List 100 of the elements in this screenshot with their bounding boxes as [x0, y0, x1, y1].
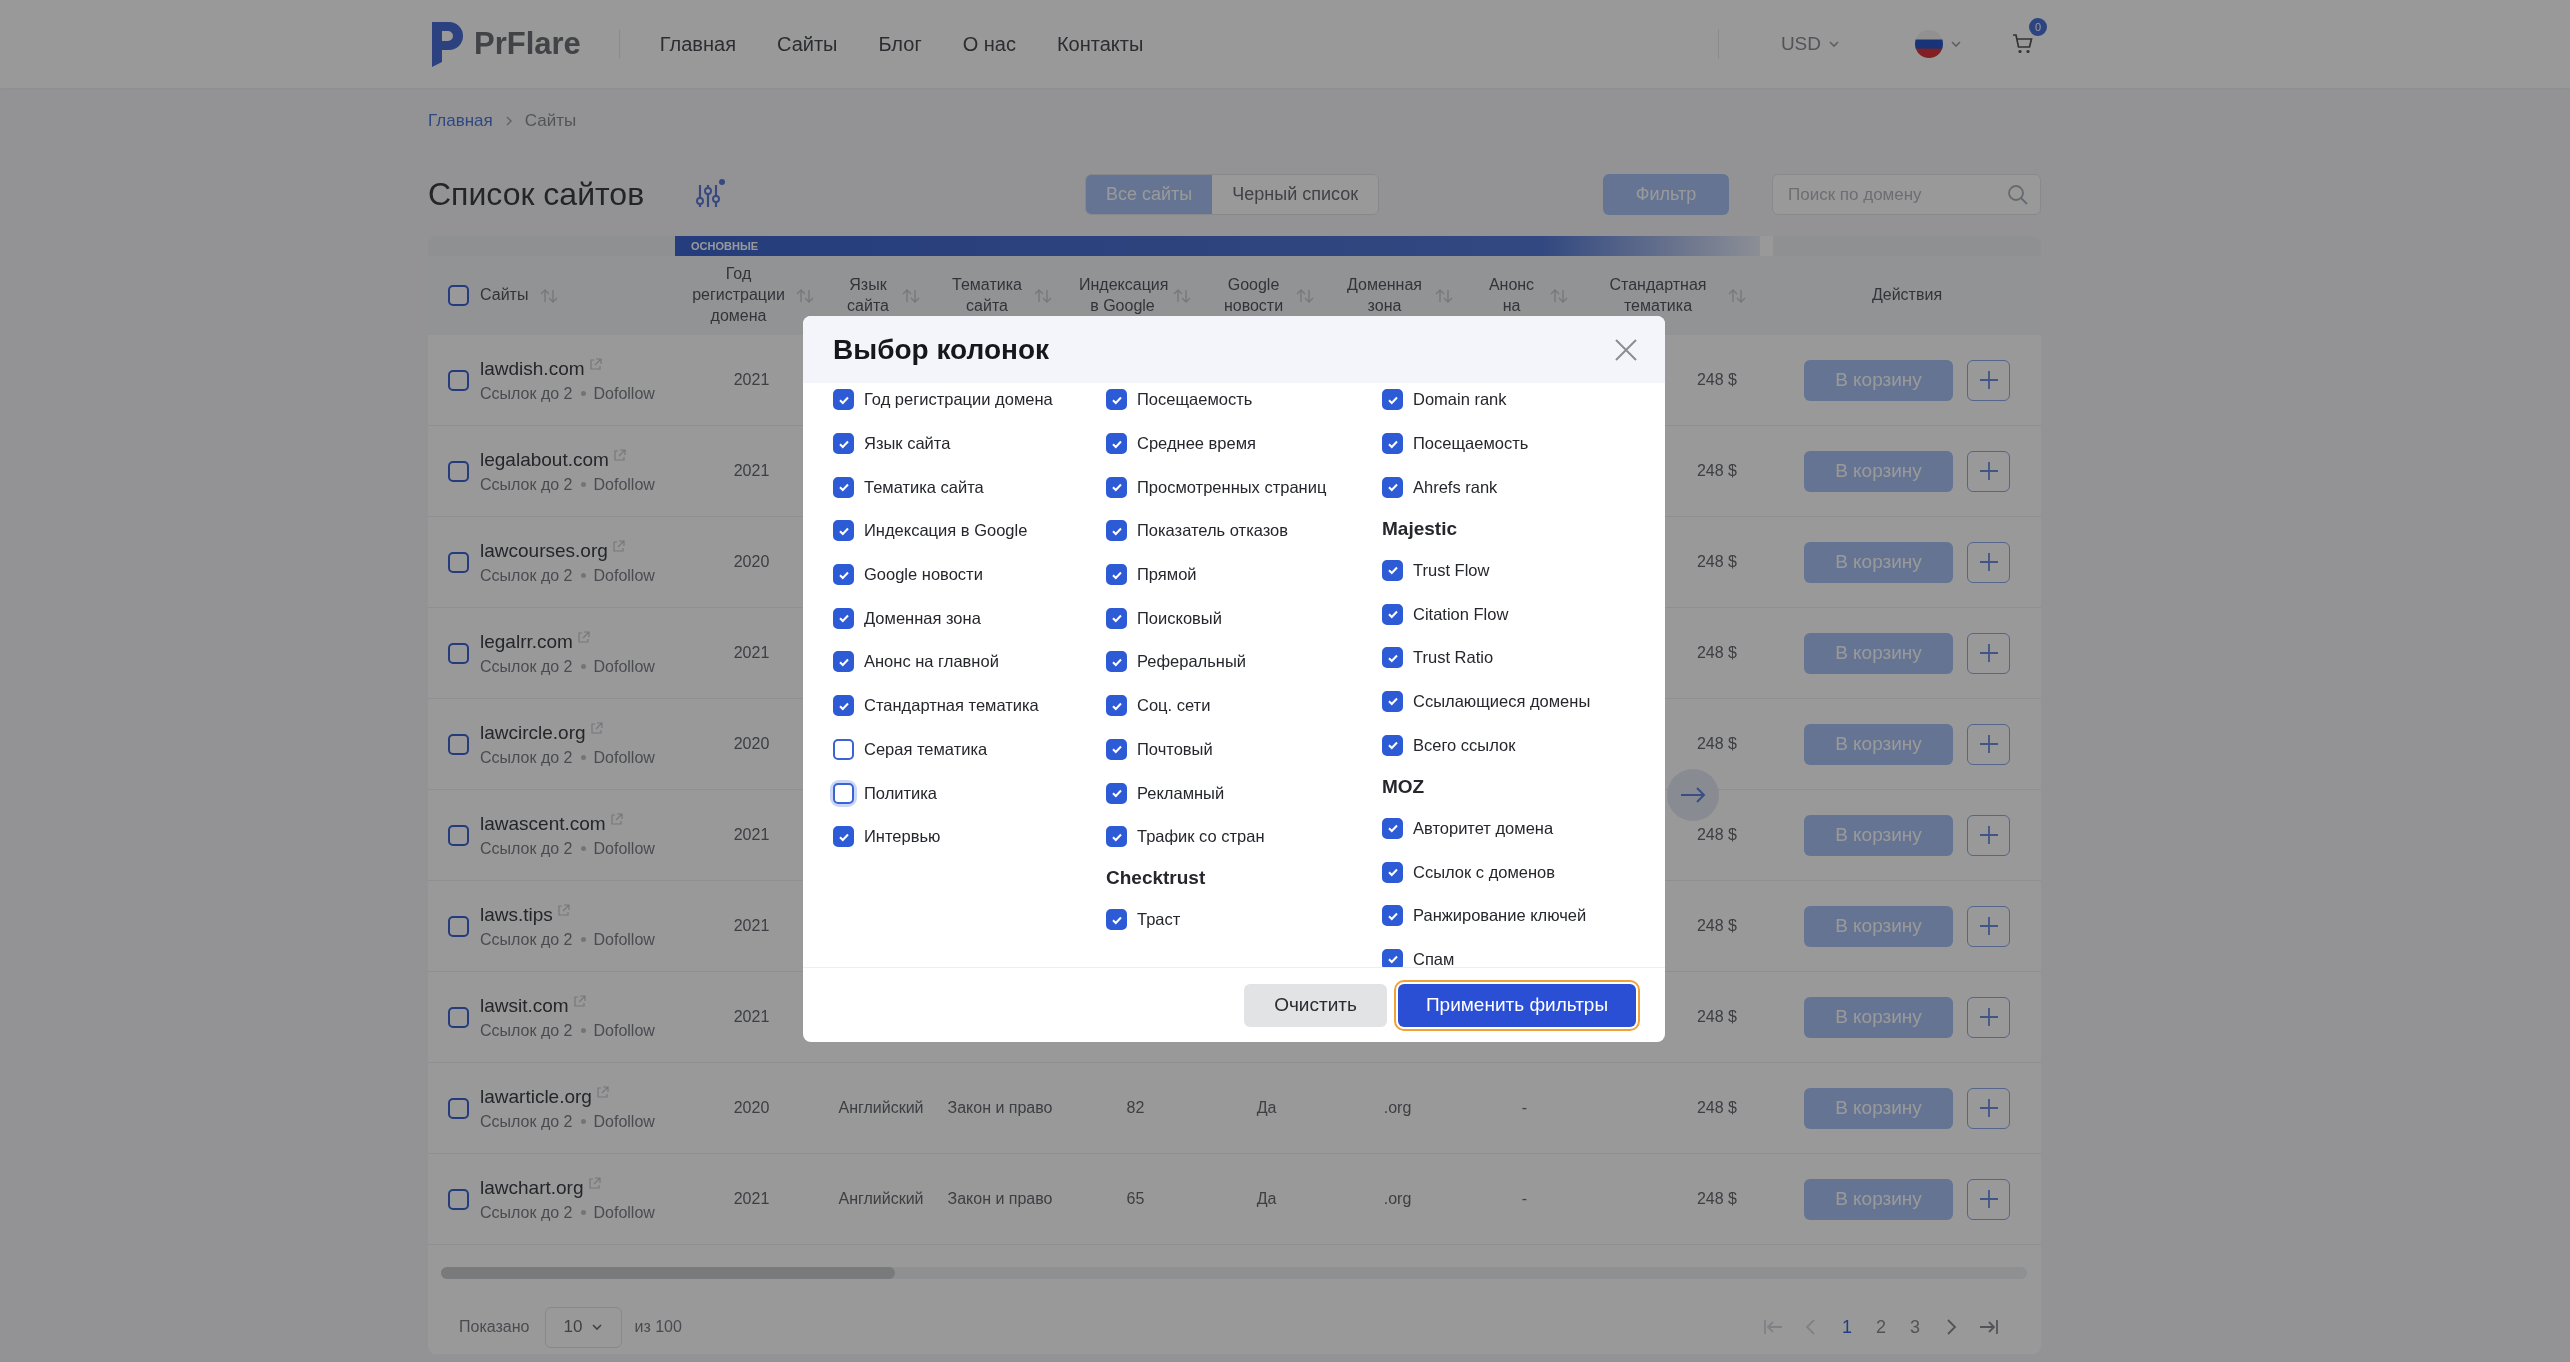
- add-button[interactable]: [1967, 541, 2010, 583]
- add-button[interactable]: [1967, 996, 2010, 1038]
- checkbox[interactable]: [1382, 734, 1403, 756]
- checkbox-label[interactable]: Trust Flow: [1413, 560, 1490, 580]
- checkbox[interactable]: [833, 695, 854, 717]
- checkbox[interactable]: [448, 369, 469, 391]
- column-header[interactable]: Доменная зона: [1341, 274, 1428, 317]
- checkbox[interactable]: [1106, 433, 1127, 455]
- checkbox[interactable]: [1382, 817, 1403, 839]
- checkbox-label[interactable]: Ahrefs rank: [1413, 477, 1498, 497]
- checkbox[interactable]: [1106, 695, 1127, 717]
- page-number[interactable]: 1: [1837, 1316, 1856, 1338]
- checkbox-label[interactable]: Среднее время: [1137, 434, 1256, 454]
- site-link[interactable]: legalabout.com: [480, 448, 609, 471]
- checkbox-label[interactable]: Ссылок с доменов: [1413, 862, 1556, 882]
- checkbox-label[interactable]: Просмотренных страниц: [1137, 477, 1327, 497]
- tab[interactable]: Черный список: [1212, 175, 1379, 214]
- add-button[interactable]: [1967, 723, 2010, 765]
- checkbox-label[interactable]: Анонс на главной: [864, 652, 999, 672]
- nav-link[interactable]: О нас: [962, 32, 1016, 56]
- checkbox[interactable]: [1382, 559, 1403, 581]
- checkbox[interactable]: [448, 551, 469, 573]
- add-button[interactable]: [1967, 1178, 2010, 1220]
- horizontal-scrollbar[interactable]: [441, 1266, 2027, 1279]
- close-icon[interactable]: [1613, 336, 1639, 363]
- nav-link[interactable]: Блог: [878, 32, 922, 56]
- checkbox[interactable]: [1382, 948, 1403, 967]
- site-link[interactable]: lawchart.org: [480, 1176, 584, 1199]
- checkbox[interactable]: [448, 1097, 469, 1119]
- add-button[interactable]: [1967, 632, 2010, 674]
- checkbox[interactable]: [1106, 476, 1127, 498]
- checkbox[interactable]: [448, 915, 469, 937]
- column-header[interactable]: Сайты: [480, 285, 529, 306]
- checkbox[interactable]: [833, 476, 854, 498]
- checkbox[interactable]: [1106, 909, 1127, 931]
- checkbox-label[interactable]: Политика: [864, 783, 938, 803]
- checkbox-label[interactable]: Рекламный: [1137, 783, 1225, 803]
- checkbox-label[interactable]: Доменная зона: [864, 608, 981, 628]
- checkbox[interactable]: [1106, 607, 1127, 629]
- nav-link[interactable]: Сайты: [776, 32, 838, 56]
- checkbox[interactable]: [833, 651, 854, 673]
- checkbox[interactable]: [833, 782, 854, 804]
- checkbox-label[interactable]: Посещаемость: [1413, 434, 1529, 454]
- checkbox-label[interactable]: Траст: [1137, 910, 1181, 930]
- per-page-select[interactable]: 10: [545, 1306, 623, 1348]
- site-link[interactable]: lawcourses.org: [480, 539, 608, 562]
- checkbox-label[interactable]: Тематика сайта: [864, 477, 984, 497]
- flag-icon[interactable]: [1915, 30, 1943, 58]
- checkbox-label[interactable]: Почтовый: [1137, 739, 1213, 759]
- add-button[interactable]: [1967, 359, 2010, 401]
- column-header[interactable]: Тематика сайта: [947, 274, 1027, 317]
- checkbox[interactable]: [1382, 690, 1403, 712]
- checkbox[interactable]: [448, 1188, 469, 1210]
- checkbox[interactable]: [833, 389, 854, 411]
- checkbox[interactable]: [1382, 603, 1403, 625]
- checkbox[interactable]: [833, 433, 854, 455]
- add-button[interactable]: [1967, 814, 2010, 856]
- checkbox[interactable]: [448, 642, 469, 664]
- breadcrumb-link[interactable]: Главная: [428, 111, 493, 131]
- checkbox-label[interactable]: Google новости: [864, 565, 983, 585]
- checkbox[interactable]: [833, 607, 854, 629]
- checkbox-label[interactable]: Авторитет домена: [1413, 818, 1554, 838]
- site-link[interactable]: lawdish.com: [480, 357, 585, 380]
- checkbox-label[interactable]: Прямой: [1137, 565, 1197, 585]
- cart-icon[interactable]: [2011, 32, 2035, 56]
- checkbox[interactable]: [1106, 782, 1127, 804]
- checkbox[interactable]: [1106, 564, 1127, 586]
- nav-link[interactable]: Главная: [659, 32, 736, 56]
- checkbox[interactable]: [1106, 520, 1127, 542]
- checkbox-label[interactable]: Стандартная тематика: [864, 696, 1039, 716]
- nav-link[interactable]: Контакты: [1056, 32, 1144, 56]
- checkbox[interactable]: [1382, 647, 1403, 669]
- checkbox[interactable]: [448, 824, 469, 846]
- checkbox-label[interactable]: Серая тематика: [864, 739, 988, 759]
- checkbox-label[interactable]: Citation Flow: [1413, 604, 1509, 624]
- checkbox-label[interactable]: Всего ссылок: [1413, 735, 1516, 755]
- checkbox-label[interactable]: Реферальный: [1137, 652, 1246, 672]
- checkbox-label[interactable]: Показатель отказов: [1137, 521, 1289, 541]
- checkbox-label[interactable]: Спам: [1413, 949, 1455, 967]
- site-link[interactable]: lawcircle.org: [480, 721, 586, 744]
- column-header[interactable]: Индексация в Google: [1079, 274, 1166, 317]
- checkbox[interactable]: [833, 520, 854, 542]
- column-header[interactable]: Google новости: [1218, 274, 1289, 317]
- column-header[interactable]: Анонс на: [1480, 274, 1543, 317]
- column-header[interactable]: Язык сайта: [841, 274, 895, 317]
- checkbox[interactable]: [1106, 651, 1127, 673]
- checkbox[interactable]: [448, 285, 469, 306]
- site-link[interactable]: lawarticle.org: [480, 1085, 592, 1108]
- checkbox[interactable]: [448, 733, 469, 755]
- checkbox[interactable]: [1106, 826, 1127, 848]
- add-button[interactable]: [1967, 450, 2010, 492]
- checkbox[interactable]: [448, 1006, 469, 1028]
- checkbox[interactable]: [1382, 389, 1403, 411]
- site-link[interactable]: lawsit.com: [480, 994, 569, 1017]
- column-header[interactable]: Стандартная тематика: [1595, 274, 1721, 317]
- site-link[interactable]: laws.tips: [480, 903, 553, 926]
- checkbox[interactable]: [1106, 389, 1127, 411]
- checkbox-label[interactable]: Ссылающиеся домены: [1413, 691, 1591, 711]
- checkbox-label[interactable]: Domain rank: [1413, 390, 1507, 410]
- site-link[interactable]: legalrr.com: [480, 630, 573, 653]
